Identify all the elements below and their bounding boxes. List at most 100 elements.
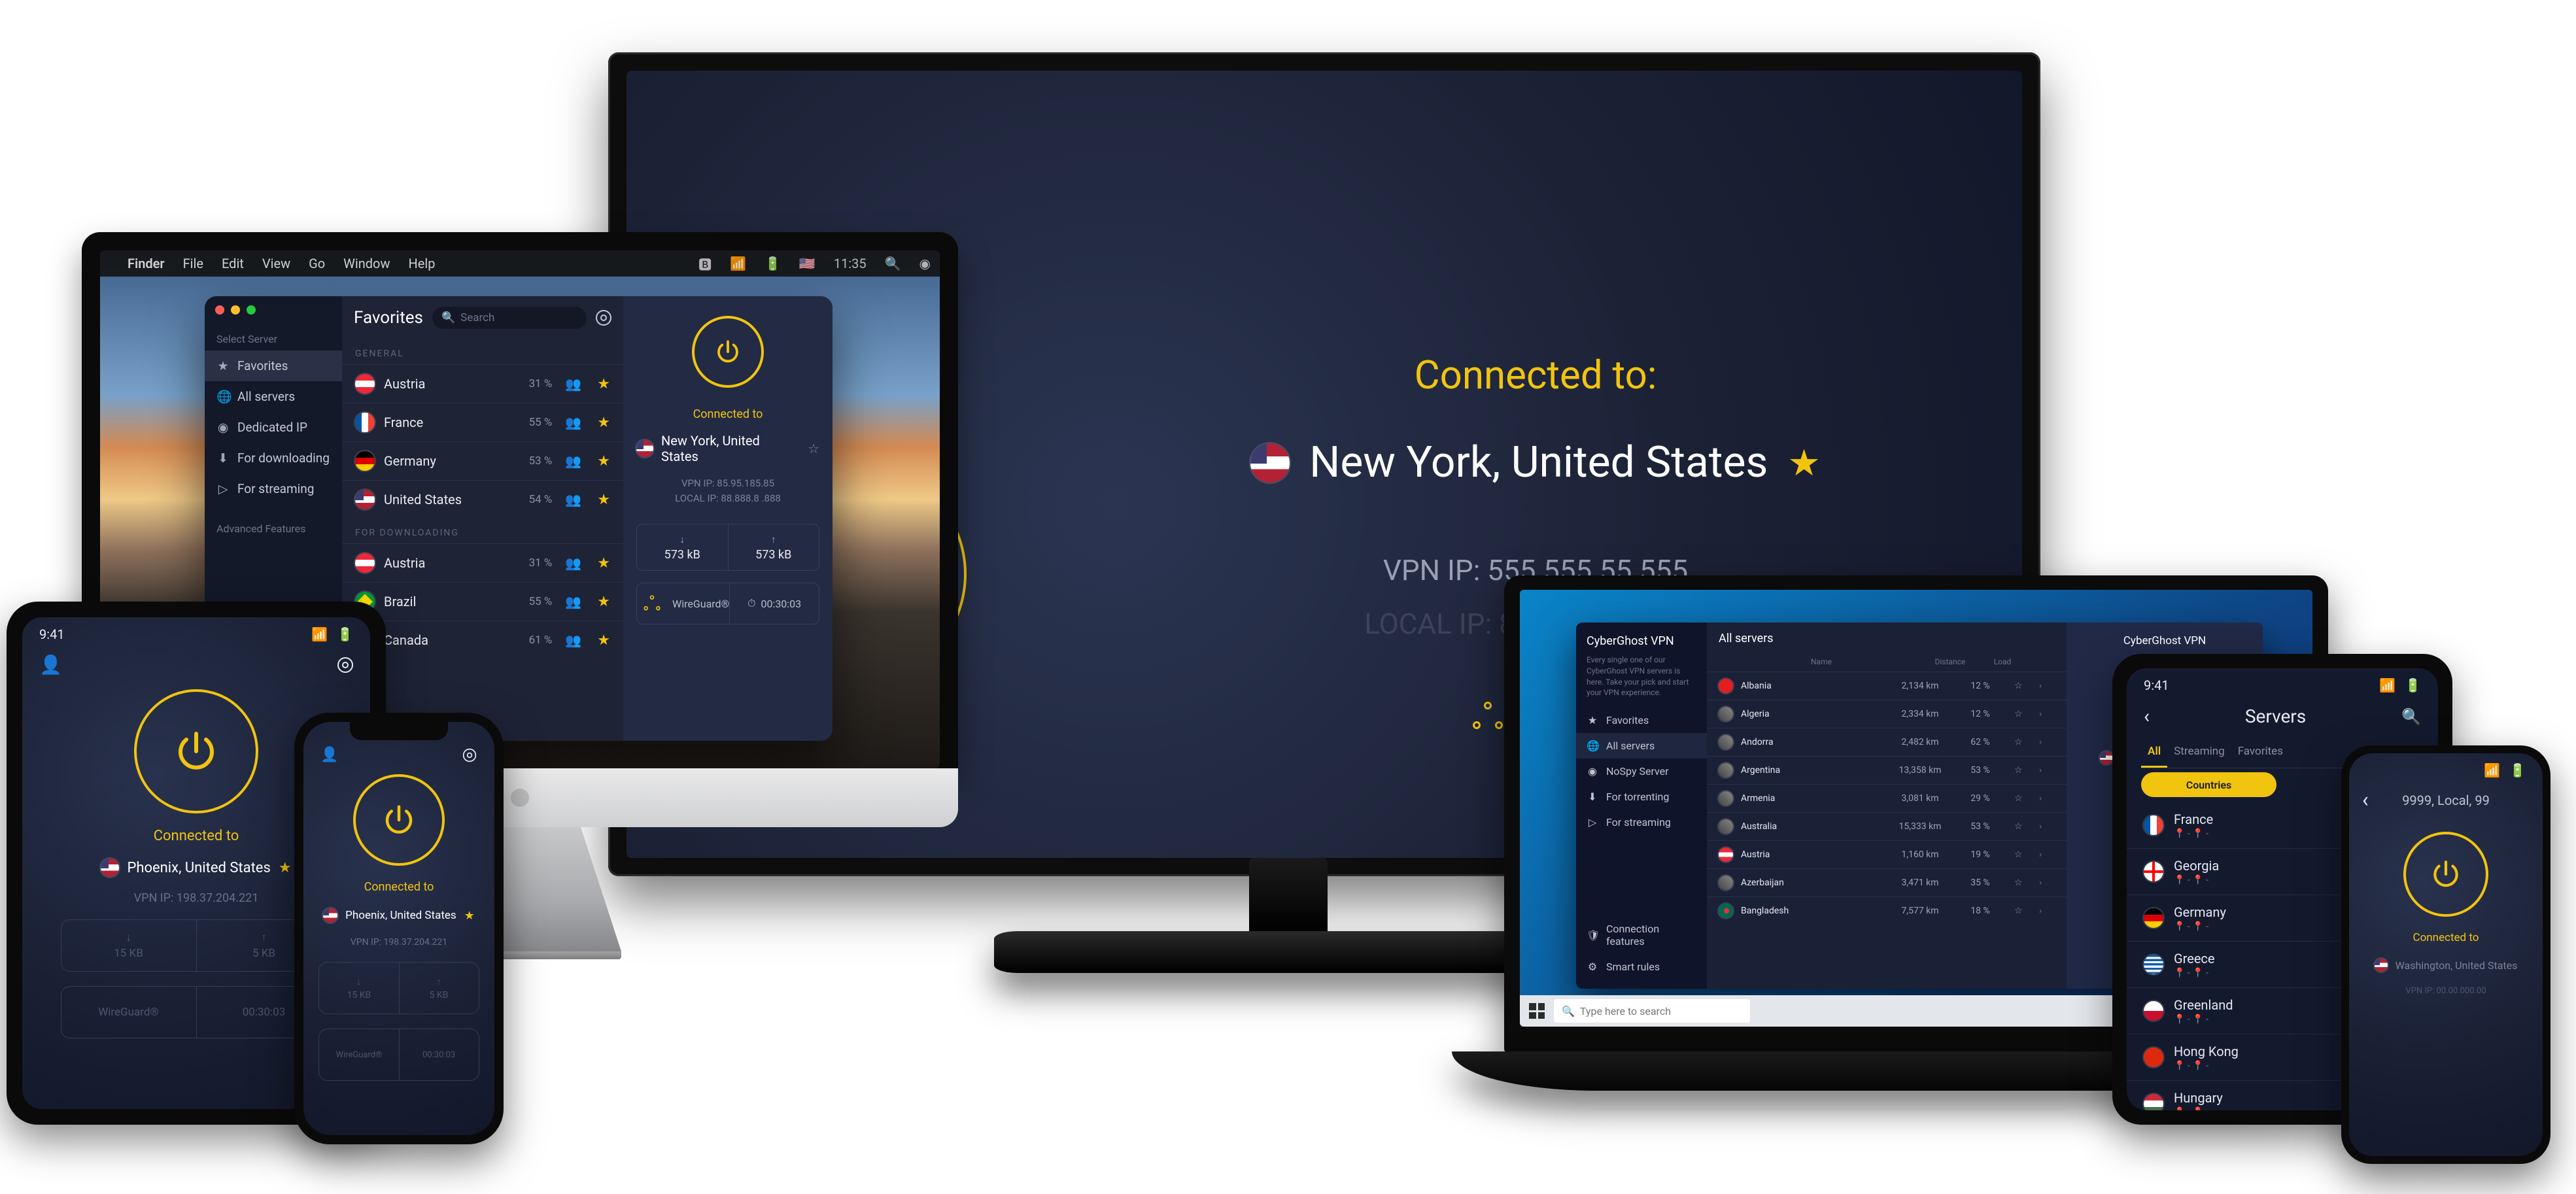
server-row[interactable]: Brazil 55 % 👥 ★ — [342, 582, 623, 621]
server-row[interactable]: Germany 53 % 👥 ★ — [342, 441, 623, 480]
star-outline-icon[interactable]: ☆ — [2014, 849, 2031, 860]
server-row[interactable]: France 55 % 👥 ★ — [342, 403, 623, 441]
win-side-nospy[interactable]: ◉NoSpy Server — [1576, 759, 1707, 784]
server-row[interactable]: Bangladesh 7,577 km 18 % ☆ › — [1707, 896, 2067, 925]
sidebar-item-streaming[interactable]: ▷For streaming — [205, 473, 342, 504]
menubar-item[interactable]: Window — [343, 256, 390, 271]
gear-icon[interactable] — [596, 310, 611, 326]
back-icon[interactable]: ‹ — [2144, 705, 2150, 728]
ipad-power-button[interactable] — [134, 689, 258, 813]
server-row[interactable]: Andorra 2,482 km 62 % ☆ › — [1707, 728, 2067, 756]
gear-icon[interactable] — [463, 748, 476, 761]
flag-icon[interactable]: 🇺🇸 — [799, 256, 816, 271]
win-side-stream[interactable]: ▷For streaming — [1576, 810, 1707, 835]
tab-all[interactable]: All — [2141, 737, 2167, 768]
server-name: Georgia — [2174, 858, 2219, 874]
menubar-item[interactable]: Go — [309, 256, 325, 271]
star-icon[interactable]: ★ — [597, 376, 610, 392]
traffic-lights[interactable] — [215, 305, 256, 315]
star-outline-icon[interactable]: ☆ — [2014, 793, 2031, 804]
tab-stream[interactable]: Streaming — [2167, 737, 2231, 768]
server-row[interactable]: Austria 31 % 👥 ★ — [342, 543, 623, 582]
android-title: 9999, Local, 99 — [2349, 793, 2543, 808]
ipad-location: Phoenix, United States ★ — [101, 859, 291, 877]
menubar-app-name[interactable]: Finder — [128, 256, 165, 271]
chevron-right-icon[interactable]: › — [2039, 878, 2055, 888]
user-icon[interactable]: 👤 — [39, 654, 62, 675]
sidebar-item-favorites[interactable]: ★Favorites — [205, 350, 342, 381]
star-outline-icon[interactable]: ☆ — [2014, 821, 2031, 832]
tab-fav[interactable]: Favorites — [2231, 737, 2290, 768]
star-icon[interactable]: ★ — [597, 594, 610, 610]
sidebar-item-all[interactable]: 🌐All servers — [205, 381, 342, 412]
win-side-all[interactable]: 🌐All servers — [1576, 733, 1707, 759]
star-outline-icon[interactable]: ☆ — [2014, 765, 2031, 776]
win-side-favorites[interactable]: ★Favorites — [1576, 708, 1707, 733]
star-icon[interactable]: ★ — [464, 909, 475, 923]
star-icon[interactable]: ★ — [597, 453, 610, 469]
android-connected-label: Connected to — [2413, 931, 2479, 944]
chevron-right-icon[interactable]: › — [2039, 709, 2055, 719]
server-row[interactable]: Albania 2,134 km 12 % ☆ › — [1707, 672, 2067, 700]
star-icon[interactable]: ★ — [597, 492, 610, 508]
server-row[interactable]: Algeria 2,334 km 12 % ☆ › — [1707, 700, 2067, 728]
server-row[interactable]: Austria 31 % 👥 ★ — [342, 364, 623, 403]
bluetooth-icon[interactable]: 🅱 — [698, 254, 712, 273]
server-row[interactable]: Argentina 13,358 km 53 % ☆ › — [1707, 756, 2067, 784]
server-row[interactable]: Austria 1,160 km 19 % ☆ › — [1707, 840, 2067, 868]
search-icon[interactable]: 🔍 — [2401, 708, 2421, 726]
sidebar-footer: Advanced Features — [205, 517, 342, 540]
star-icon[interactable]: ★ — [597, 555, 610, 571]
star-outline-icon[interactable]: ☆ — [2014, 878, 2031, 888]
server-load: 31 % — [529, 377, 553, 390]
chevron-right-icon[interactable]: › — [2039, 737, 2055, 747]
server-row[interactable]: Armenia 3,081 km 29 % ☆ › — [1707, 784, 2067, 812]
android-power-button[interactable] — [2403, 832, 2488, 917]
iphone-power-button[interactable] — [353, 774, 445, 866]
category-download: FOR DOWNLOADING — [342, 519, 623, 543]
siri-icon[interactable]: ◉ — [919, 256, 931, 271]
menubar-item[interactable]: View — [262, 256, 290, 271]
sidebar-header: Select Server — [205, 328, 342, 350]
battery-icon[interactable]: 🔋 — [764, 256, 781, 271]
menubar-item[interactable]: Help — [409, 256, 436, 271]
search-input[interactable]: 🔍 Search — [432, 307, 587, 329]
chevron-right-icon[interactable]: › — [2039, 681, 2055, 691]
sidebar-item-dedicated[interactable]: ◉Dedicated IP — [205, 412, 342, 443]
wifi-icon[interactable]: 📶 — [730, 256, 746, 271]
gear-icon[interactable] — [337, 657, 353, 673]
star-outline-icon[interactable]: ☆ — [808, 441, 819, 456]
server-row[interactable]: Azerbaijan 3,471 km 35 % ☆ › — [1707, 868, 2067, 896]
server-row[interactable]: Australia 15,333 km 53 % ☆ › — [1707, 812, 2067, 840]
win-smart-rules[interactable]: ⚙Smart rules — [1576, 954, 1707, 980]
win-connection-features[interactable]: 🛡Connection features — [1576, 916, 1707, 954]
menubar-item[interactable]: Edit — [222, 256, 244, 271]
star-outline-icon[interactable]: ☆ — [2014, 906, 2031, 916]
user-icon[interactable]: 👤 — [320, 747, 338, 763]
star-icon[interactable]: ★ — [279, 860, 292, 876]
win-side-torrent[interactable]: ⬇For torrenting — [1576, 784, 1707, 810]
star-outline-icon[interactable]: ☆ — [2014, 709, 2031, 719]
start-button[interactable] — [1525, 999, 1549, 1023]
star-outline-icon[interactable]: ☆ — [2014, 737, 2031, 747]
sidebar-item-downloading[interactable]: ⬇For downloading — [205, 443, 342, 473]
server-distance: 2,334 km — [1894, 709, 1946, 719]
chip-countries[interactable]: Countries — [2141, 772, 2276, 797]
status-power-button[interactable] — [692, 316, 764, 388]
star-icon[interactable]: ★ — [597, 415, 610, 431]
star-icon[interactable]: ★ — [1788, 441, 1821, 485]
star-icon[interactable]: ★ — [597, 632, 610, 649]
chevron-right-icon[interactable]: › — [2039, 793, 2055, 804]
taskbar-search[interactable]: 🔍Type here to search — [1554, 999, 1750, 1023]
server-distance: 13,358 km — [1894, 765, 1946, 776]
back-icon[interactable]: ‹ — [2362, 787, 2369, 812]
chevron-right-icon[interactable]: › — [2039, 765, 2055, 776]
menubar-item[interactable]: File — [183, 256, 203, 271]
server-row[interactable]: United States 54 % 👥 ★ — [342, 480, 623, 519]
chevron-right-icon[interactable]: › — [2039, 849, 2055, 860]
ipad-connected-label: Connected to — [154, 828, 239, 844]
search-icon[interactable]: 🔍 — [885, 256, 901, 271]
chevron-right-icon[interactable]: › — [2039, 821, 2055, 832]
chevron-right-icon[interactable]: › — [2039, 906, 2055, 916]
star-outline-icon[interactable]: ☆ — [2014, 681, 2031, 691]
